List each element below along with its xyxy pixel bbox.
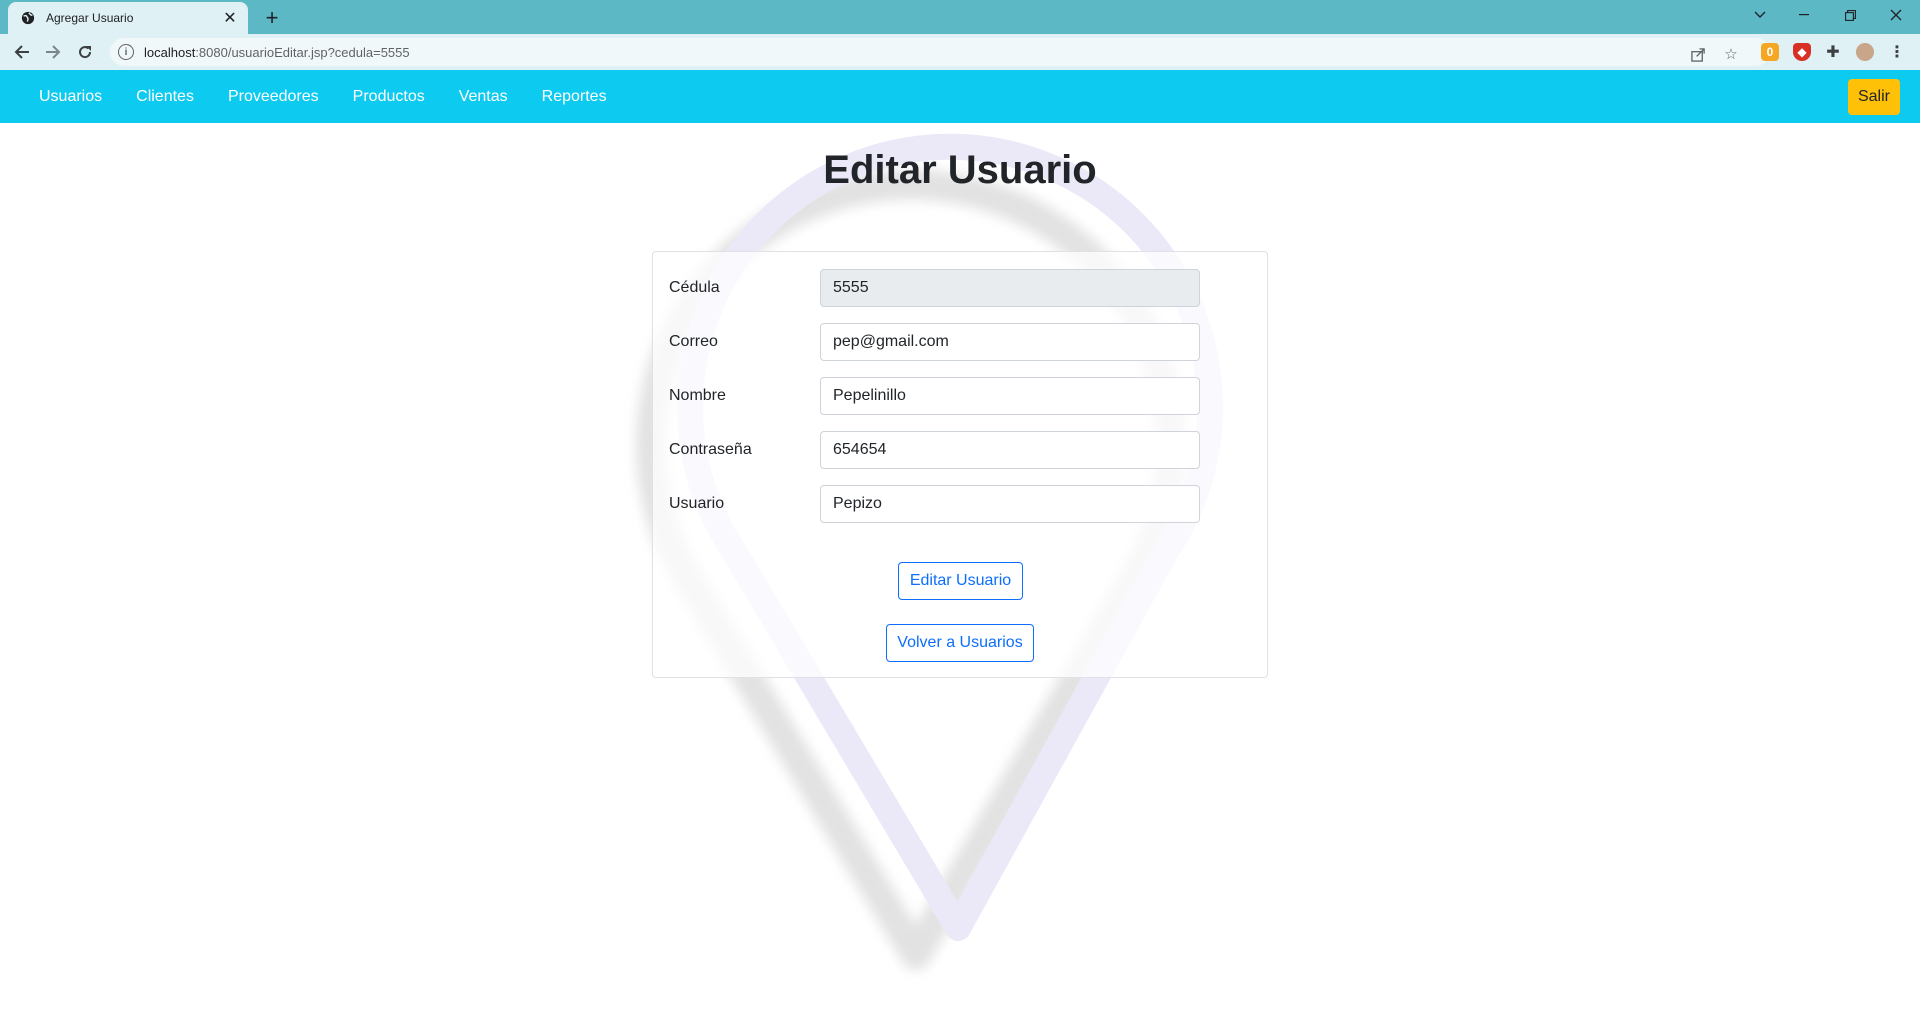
tab-search-icon[interactable] bbox=[1738, 0, 1782, 30]
address-url: localhost:8080/usuarioEditar.jsp?cedula=… bbox=[144, 45, 410, 60]
new-tab-icon[interactable]: + bbox=[260, 5, 284, 30]
nav-link-productos[interactable]: Productos bbox=[336, 88, 442, 106]
site-info-icon[interactable]: i bbox=[118, 44, 134, 60]
browser-menu-icon[interactable]: ⋮ bbox=[1888, 43, 1906, 61]
usuario-label: Usuario bbox=[669, 495, 725, 512]
usuario-input[interactable]: Pepizo bbox=[820, 485, 1200, 523]
nav-link-usuarios[interactable]: Usuarios bbox=[22, 88, 119, 106]
close-window-icon[interactable] bbox=[1874, 0, 1918, 30]
minimize-icon[interactable] bbox=[1782, 0, 1826, 30]
browser-tab[interactable]: Agregar Usuario ✕ bbox=[8, 2, 248, 34]
share-icon[interactable] bbox=[1688, 44, 1708, 64]
url-host: localhost bbox=[144, 44, 196, 60]
url-path: :8080/usuarioEditar.jsp?cedula=5555 bbox=[195, 44, 410, 60]
forward-icon[interactable] bbox=[41, 40, 65, 64]
logout-button[interactable]: Salir bbox=[1847, 79, 1900, 115]
extension-badge-count: 0 bbox=[1766, 45, 1774, 59]
form-row-cedula: Cédula 5555 bbox=[669, 269, 1249, 307]
nav-links: Usuarios Clientes Proveedores Productos … bbox=[22, 70, 624, 123]
restore-icon[interactable] bbox=[1828, 0, 1872, 30]
contrasena-label: Contraseña bbox=[669, 441, 752, 458]
form-row-usuario: Usuario Pepizo bbox=[669, 485, 1249, 523]
nombre-input[interactable]: Pepelinillo bbox=[820, 377, 1200, 415]
correo-input[interactable]: pep@gmail.com bbox=[820, 323, 1200, 361]
contrasena-input[interactable]: 654654 bbox=[820, 431, 1200, 469]
form-row-nombre: Nombre Pepelinillo bbox=[669, 377, 1249, 415]
form-row-correo: Correo pep@gmail.com bbox=[669, 323, 1249, 361]
shield-extension-icon[interactable]: ◆ bbox=[1793, 43, 1811, 61]
tab-title: Agregar Usuario bbox=[46, 11, 134, 25]
page-title: Editar Usuario bbox=[823, 148, 1097, 192]
back-icon[interactable] bbox=[10, 40, 34, 64]
browser-toolbar: i localhost:8080/usuarioEditar.jsp?cedul… bbox=[0, 34, 1920, 70]
app-navbar: Usuarios Clientes Proveedores Productos … bbox=[0, 70, 1920, 123]
browser-tab-strip: Agregar Usuario ✕ + bbox=[0, 0, 1920, 34]
nav-link-reportes[interactable]: Reportes bbox=[525, 88, 624, 106]
nav-link-ventas[interactable]: Ventas bbox=[442, 88, 525, 106]
form-row-contrasena: Contraseña 654654 bbox=[669, 431, 1249, 469]
extensions-puzzle-icon[interactable]: ✚ bbox=[1824, 43, 1842, 61]
reload-icon[interactable] bbox=[73, 40, 97, 64]
cedula-label: Cédula bbox=[669, 279, 720, 296]
extension-badge-icon[interactable]: 0 bbox=[1761, 43, 1779, 61]
edit-user-button[interactable]: Editar Usuario bbox=[898, 562, 1023, 600]
cedula-input: 5555 bbox=[820, 269, 1200, 307]
tab-close-icon[interactable]: ✕ bbox=[222, 10, 238, 27]
profile-avatar-icon[interactable] bbox=[1856, 43, 1874, 61]
address-bar[interactable]: i localhost:8080/usuarioEditar.jsp?cedul… bbox=[110, 38, 1770, 66]
globe-icon bbox=[20, 10, 36, 26]
nav-link-clientes[interactable]: Clientes bbox=[119, 88, 211, 106]
correo-label: Correo bbox=[669, 333, 718, 350]
nombre-label: Nombre bbox=[669, 387, 726, 404]
back-to-users-button[interactable]: Volver a Usuarios bbox=[886, 624, 1034, 662]
bookmark-star-icon[interactable]: ☆ bbox=[1721, 44, 1741, 64]
nav-link-proveedores[interactable]: Proveedores bbox=[211, 88, 336, 106]
edit-user-form: Cédula 5555 Correo pep@gmail.com Nombre … bbox=[652, 251, 1268, 678]
